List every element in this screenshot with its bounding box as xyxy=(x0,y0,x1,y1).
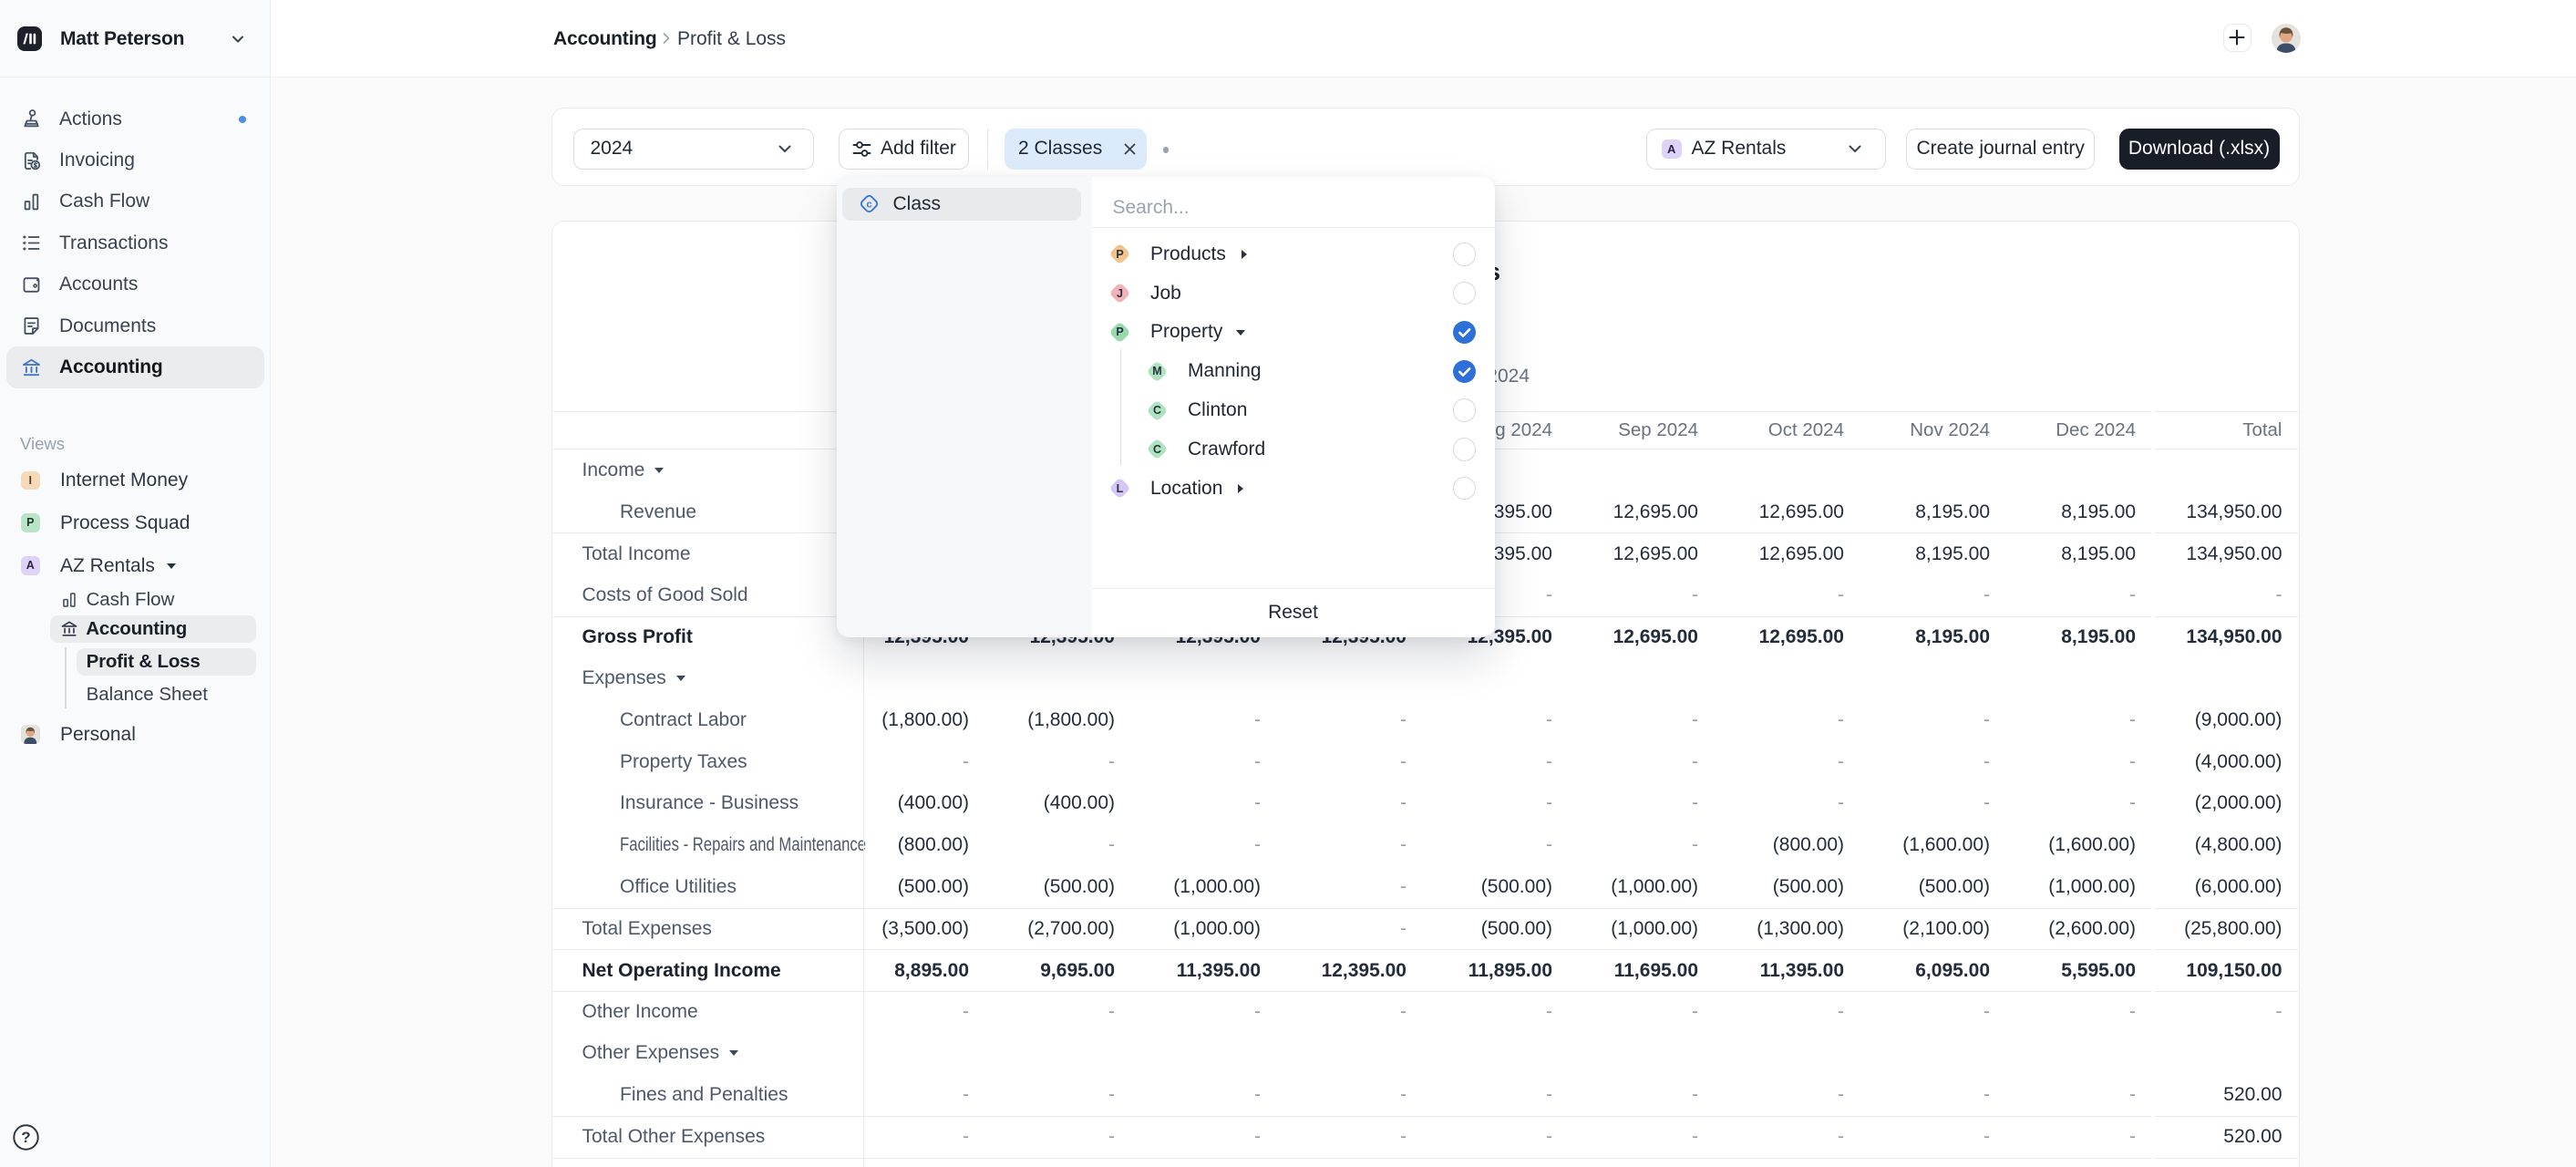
svg-text:c: c xyxy=(866,200,871,211)
svg-text:?: ? xyxy=(21,1129,30,1146)
